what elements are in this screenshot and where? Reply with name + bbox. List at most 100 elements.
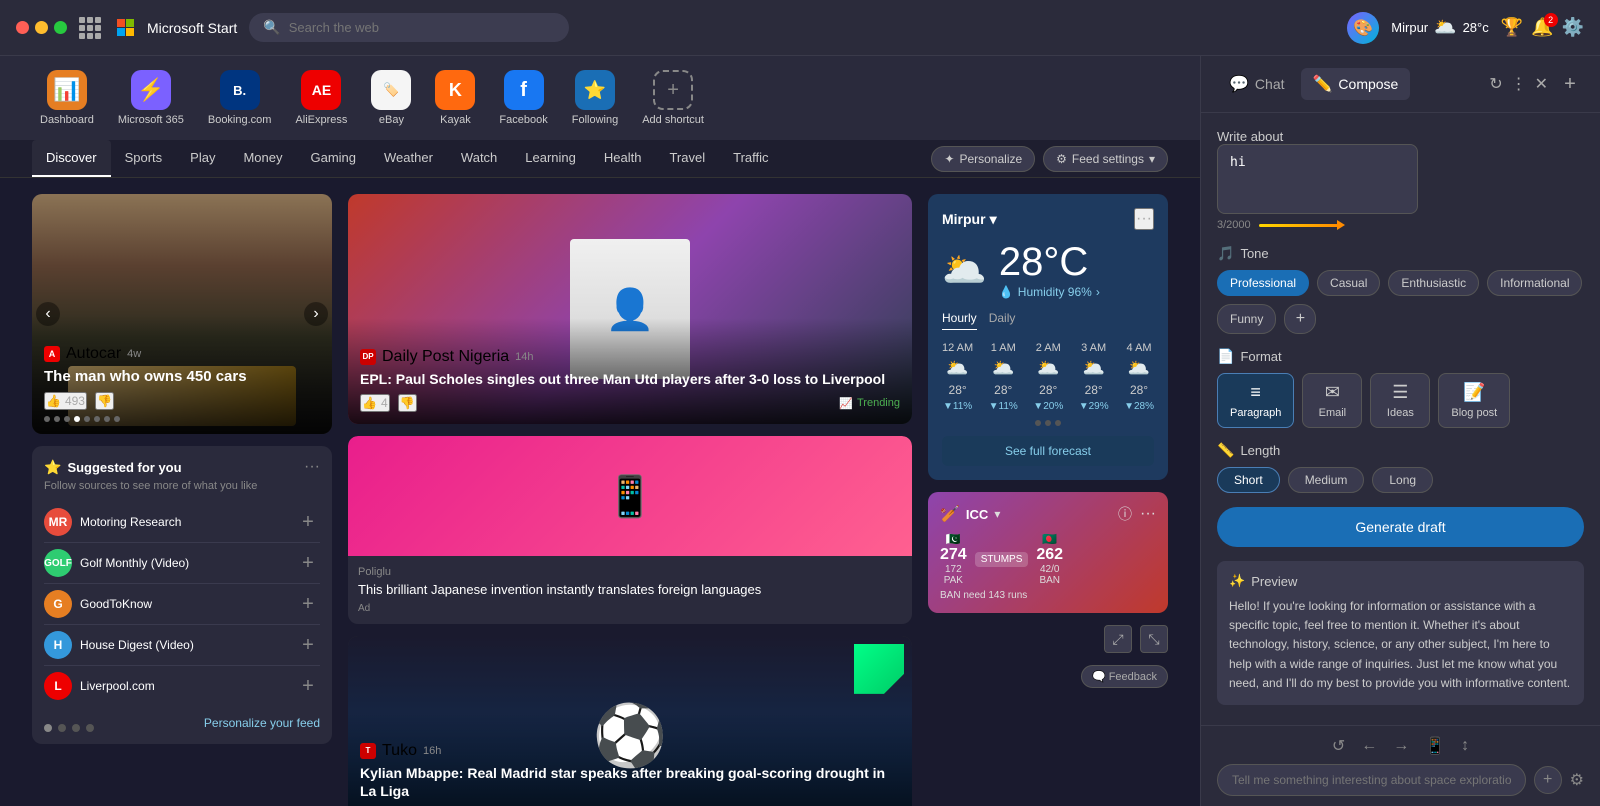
tab-money[interactable]: Money	[229, 140, 296, 177]
motoring-add-button[interactable]: +	[296, 510, 320, 534]
featured-card[interactable]: A Autocar 4w The man who owns 450 cars 👍…	[32, 194, 332, 434]
collapse-button[interactable]: ⤡	[1140, 625, 1168, 653]
maximize-button[interactable]	[54, 21, 67, 34]
weather-tab-daily[interactable]: Daily	[989, 311, 1016, 330]
tone-add-button[interactable]: +	[1284, 304, 1316, 334]
soccer-card-actions: 👍 4 👎 📈 Trending	[360, 394, 900, 412]
dot-2	[54, 416, 60, 422]
footer-share-button[interactable]: ↕	[1461, 736, 1469, 756]
golf-add-button[interactable]: +	[296, 551, 320, 575]
write-textarea[interactable]: hi	[1217, 144, 1418, 214]
goodto-add-button[interactable]: +	[296, 592, 320, 616]
tab-travel[interactable]: Travel	[655, 140, 719, 177]
expand-button[interactable]: ⤢	[1104, 625, 1132, 653]
icc-scores: 🇵🇰 274 172 PAK STUMPS 🇧🇩 262 42/0	[940, 532, 1156, 586]
tone-professional[interactable]: Professional	[1217, 270, 1309, 296]
tone-casual[interactable]: Casual	[1317, 270, 1380, 296]
tab-health[interactable]: Health	[590, 140, 656, 177]
trophy-icon[interactable]: 🏆	[1501, 17, 1523, 38]
shortcut-booking[interactable]: B. Booking.com	[208, 70, 272, 126]
house-add-button[interactable]: +	[296, 633, 320, 657]
footer-mobile-button[interactable]: 📱	[1425, 736, 1445, 756]
shortcut-kayak[interactable]: K Kayak	[435, 70, 475, 126]
tab-weather[interactable]: Weather	[370, 140, 447, 177]
soccer-card[interactable]: 👤 DP Daily Post Nigeria 14h EPL: Paul Sc…	[348, 194, 912, 424]
length-short[interactable]: Short	[1217, 467, 1280, 493]
apps-grid-icon[interactable]	[79, 17, 101, 39]
mbappe-card[interactable]: ⚽ T Tuko 16h Kylian Mbappe: Real Madrid …	[348, 636, 912, 806]
personalize-button[interactable]: ✦ Personalize	[931, 146, 1035, 172]
tab-gaming[interactable]: Gaming	[296, 140, 370, 177]
next-arrow[interactable]: ›	[304, 302, 328, 326]
tone-enthusiastic[interactable]: Enthusiastic	[1388, 270, 1479, 296]
footer-back-button[interactable]: ←	[1361, 736, 1377, 756]
suggested-item-goodto: G GoodToKnow +	[44, 584, 320, 625]
tab-sports[interactable]: Sports	[111, 140, 177, 177]
search-bar[interactable]: 🔍	[249, 13, 569, 42]
center-column: 👤 DP Daily Post Nigeria 14h EPL: Paul Sc…	[348, 194, 912, 806]
shortcut-microsoft365[interactable]: ⚡ Microsoft 365	[118, 70, 184, 126]
tab-traffic[interactable]: Traffic	[719, 140, 782, 177]
japanese-card[interactable]: 📱 Poliglu This brilliant Japanese invent…	[348, 436, 912, 624]
minimize-button[interactable]	[35, 21, 48, 34]
personalize-feed-link[interactable]: Personalize your feed	[204, 716, 320, 730]
suggested-more-button[interactable]: ···	[304, 458, 320, 476]
tone-funny[interactable]: Funny	[1217, 304, 1276, 334]
shortcut-dashboard[interactable]: 📊 Dashboard	[40, 70, 94, 126]
compose-tab[interactable]: ✏️ Compose	[1301, 68, 1411, 100]
generate-draft-button[interactable]: Generate draft	[1217, 507, 1584, 547]
copilot-add-button[interactable]: +	[1556, 70, 1584, 98]
length-long[interactable]: Long	[1372, 467, 1433, 493]
feedback-button[interactable]: 🗨️ Feedback	[1081, 665, 1168, 688]
weather-tabs: Hourly Daily	[942, 311, 1154, 330]
footer-forward-button[interactable]: →	[1393, 736, 1409, 756]
feed-settings-icon: ⚙	[1056, 152, 1067, 166]
weather-more-button[interactable]: ···	[1134, 208, 1154, 230]
notifications-button[interactable]: 🔔 2	[1531, 17, 1553, 38]
icc-more-button[interactable]: ···	[1140, 504, 1156, 524]
format-paragraph[interactable]: ≡ Paragraph	[1217, 373, 1294, 428]
weather-dot-2	[1045, 420, 1051, 426]
chat-tab[interactable]: 💬 Chat	[1217, 68, 1297, 100]
weather-tab-hourly[interactable]: Hourly	[942, 311, 977, 330]
feed-settings-button[interactable]: ⚙ Feed settings ▾	[1043, 146, 1168, 172]
shortcut-ebay[interactable]: 🏷️ eBay	[371, 70, 411, 126]
shortcut-add[interactable]: + Add shortcut	[642, 70, 704, 126]
tab-watch[interactable]: Watch	[447, 140, 511, 177]
close-button[interactable]	[16, 21, 29, 34]
prev-arrow[interactable]: ‹	[36, 302, 60, 326]
featured-like-button[interactable]: 👍 493	[44, 392, 87, 410]
refresh-button[interactable]: ↻	[1489, 74, 1502, 94]
footer-chat-input[interactable]	[1217, 764, 1526, 796]
weather-forecast-button[interactable]: See full forecast	[942, 436, 1154, 466]
footer-refresh-button[interactable]: ↺	[1332, 736, 1345, 756]
soccer-dislike-button[interactable]: 👎	[398, 394, 417, 412]
shortcut-following[interactable]: ⭐ Following	[572, 70, 618, 126]
format-email[interactable]: ✉ Email	[1302, 373, 1362, 428]
soccer-like-button[interactable]: 👍 4	[360, 394, 390, 412]
footer-settings-button[interactable]: ⚙	[1570, 770, 1584, 790]
copilot-close-button[interactable]: ✕	[1535, 74, 1548, 94]
user-location: Mirpur 🌥️ 28°c	[1391, 17, 1488, 38]
copilot-button[interactable]: 🎨	[1347, 12, 1379, 44]
format-blogpost[interactable]: 📝 Blog post	[1438, 373, 1510, 428]
preview-label: ✨ Preview	[1229, 573, 1572, 589]
tone-label: 🎵 Tone	[1217, 245, 1584, 262]
tab-learning[interactable]: Learning	[511, 140, 590, 177]
tab-discover[interactable]: Discover	[32, 140, 111, 177]
footer-add-button[interactable]: +	[1534, 766, 1562, 794]
search-input[interactable]	[289, 20, 556, 35]
format-ideas[interactable]: ☰ Ideas	[1370, 373, 1430, 428]
tone-informational[interactable]: Informational	[1487, 270, 1582, 296]
write-counter-row: 3/2000	[1217, 219, 1584, 231]
settings-button[interactable]: ⚙️	[1562, 17, 1584, 38]
weather-dots	[942, 420, 1154, 426]
shortcut-facebook[interactable]: f Facebook	[499, 70, 547, 126]
length-medium[interactable]: Medium	[1288, 467, 1365, 493]
copilot-more-button[interactable]: ⋮	[1511, 74, 1527, 94]
featured-dislike-button[interactable]: 👎	[95, 392, 114, 410]
icc-info-button[interactable]: ⓘ	[1118, 504, 1132, 524]
liverpool-add-button[interactable]: +	[296, 674, 320, 698]
shortcut-aliexpress[interactable]: AE AliExpress	[295, 70, 347, 126]
tab-play[interactable]: Play	[176, 140, 229, 177]
